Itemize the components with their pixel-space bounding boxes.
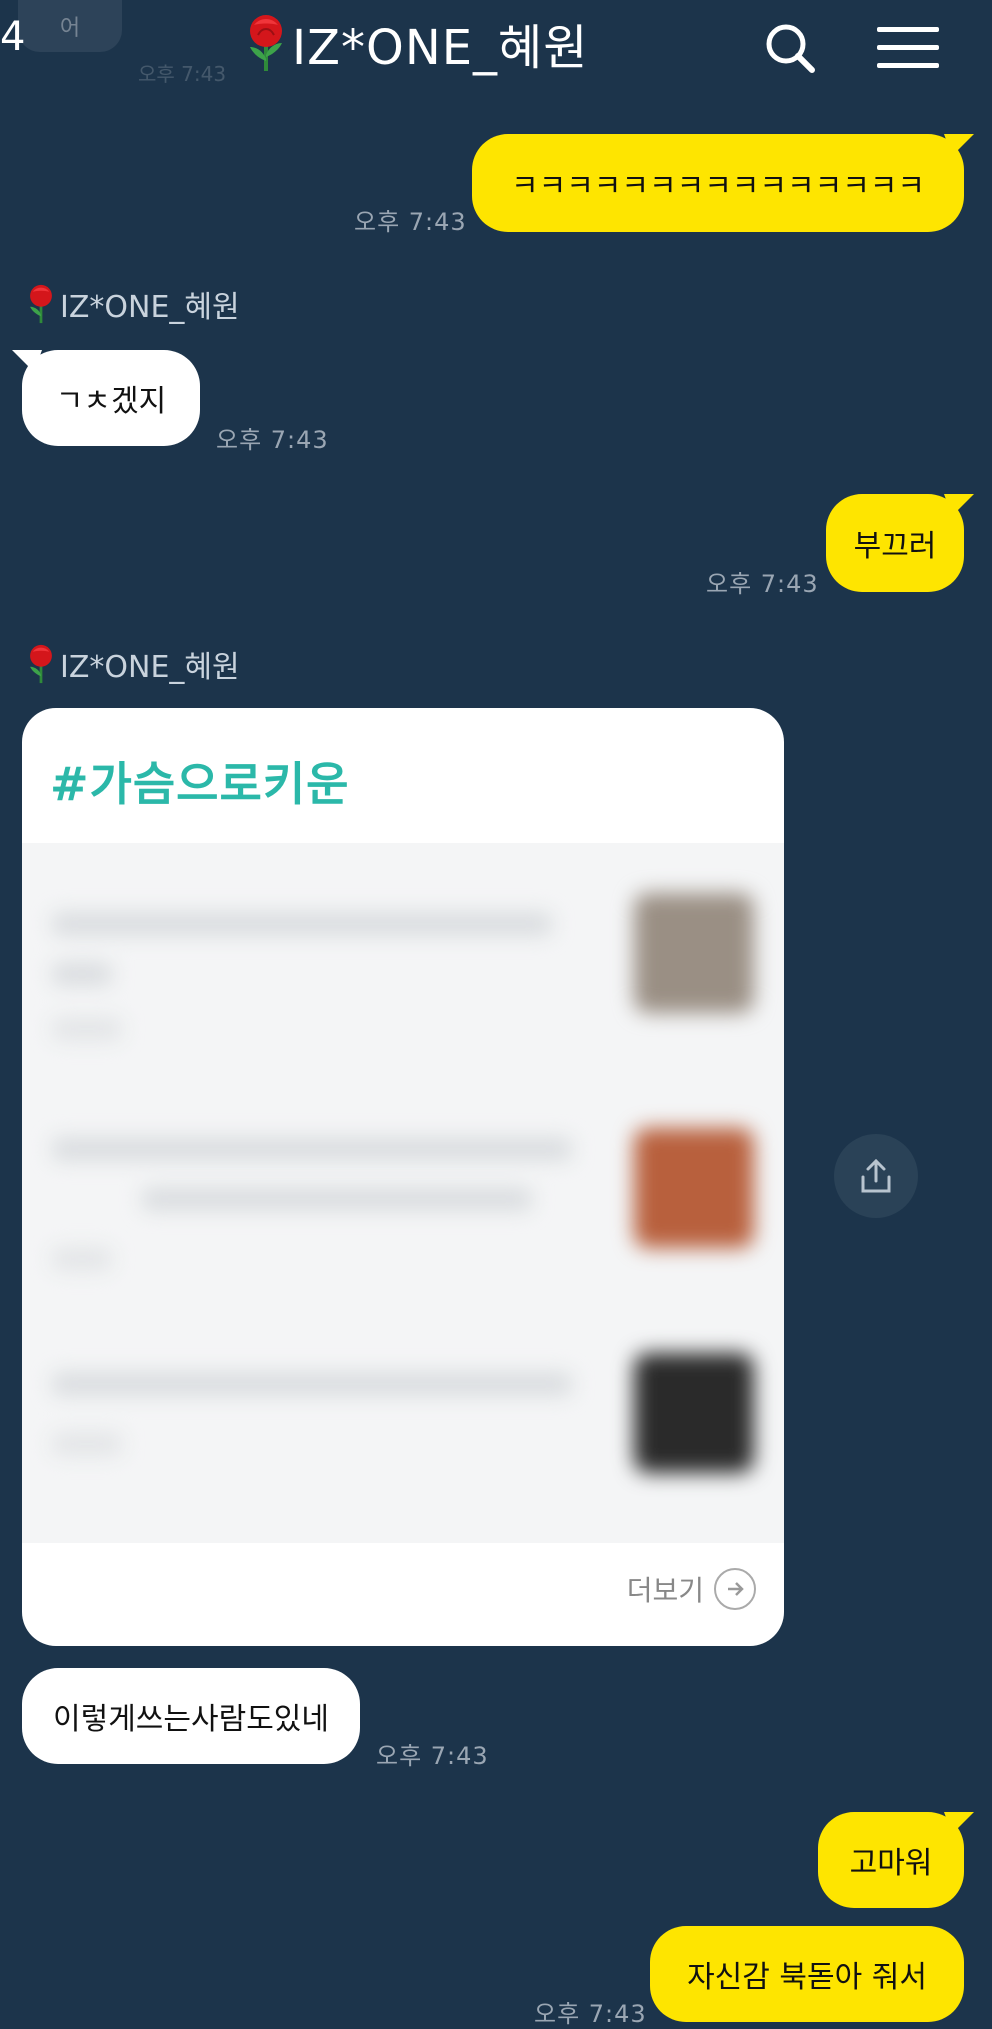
- more-link[interactable]: 더보기: [627, 1568, 756, 1610]
- search-icon: [766, 24, 815, 73]
- their-message-bubble[interactable]: ㄱㅊ겠지: [12, 350, 200, 446]
- share-button[interactable]: [834, 1134, 918, 1218]
- my-message-bubble[interactable]: 부끄러: [826, 494, 974, 592]
- chat-title-text: IZ*ONE_혜원: [292, 20, 589, 76]
- bubble-tail: [12, 350, 42, 372]
- message-text: 자신감 북돋아 줘서: [687, 1960, 927, 1995]
- share-icon: [861, 1158, 891, 1193]
- message-time: 오후 7:43: [354, 208, 467, 236]
- my-message-bubble[interactable]: 자신감 북돋아 줘서: [650, 1926, 964, 2022]
- my-message-bubble[interactable]: ㅋㅋㅋㅋㅋㅋㅋㅋㅋㅋㅋㅋㅋㅋㅋ: [472, 134, 974, 232]
- arrow-right-icon: [714, 1568, 756, 1610]
- message-time: 오후 7:43: [706, 570, 819, 598]
- faded-time: 오후 7:43: [138, 62, 227, 86]
- message-text: ㅋㅋㅋㅋㅋㅋㅋㅋㅋㅋㅋㅋㅋㅋㅋ: [511, 169, 925, 204]
- chat-header: 4 어 오후 7:43 IZ*ONE_혜원: [0, 0, 992, 100]
- message-time: 오후 7:43: [534, 2000, 647, 2028]
- my-message-bubble[interactable]: 고마워: [818, 1812, 974, 1908]
- message-text: 고마워: [849, 1846, 933, 1881]
- blurred-result-row: [22, 853, 784, 1083]
- faded-bubble: 어: [18, 0, 122, 52]
- sender-name-text: IZ*ONE_혜원: [60, 650, 240, 685]
- shared-hashtag-card[interactable]: #가슴으로키운 더보기: [22, 708, 784, 1646]
- more-label: 더보기: [626, 1574, 704, 1607]
- message-time: 오후 7:43: [216, 426, 329, 454]
- message-text: 이렇게쓰는사람도있네: [53, 1702, 329, 1737]
- message-time: 오후 7:43: [376, 1742, 489, 1770]
- bubble-tail: [944, 134, 974, 156]
- message-text: ㄱㅊ겠지: [55, 384, 167, 419]
- card-blurred-content: [22, 843, 784, 1543]
- sender-name: IZ*ONE_혜원: [26, 642, 240, 686]
- bubble-tail: [944, 494, 974, 516]
- their-message-bubble[interactable]: 이렇게쓰는사람도있네: [22, 1668, 360, 1764]
- sender-name: IZ*ONE_혜원: [26, 282, 240, 326]
- menu-button[interactable]: [868, 10, 948, 86]
- sender-name-text: IZ*ONE_혜원: [60, 290, 240, 325]
- blurred-result-row: [22, 1323, 784, 1553]
- rose-icon: [26, 283, 56, 325]
- rose-icon: [244, 13, 288, 73]
- message-text: 부끄러: [853, 529, 937, 564]
- hamburger-menu-icon: [877, 27, 939, 68]
- blurred-result-row: [22, 1088, 784, 1318]
- chat-title: IZ*ONE_혜원: [244, 8, 588, 78]
- bubble-tail: [944, 1812, 974, 1834]
- rose-icon: [26, 643, 56, 685]
- search-button[interactable]: [752, 10, 828, 86]
- card-title: #가슴으로키운: [50, 757, 350, 811]
